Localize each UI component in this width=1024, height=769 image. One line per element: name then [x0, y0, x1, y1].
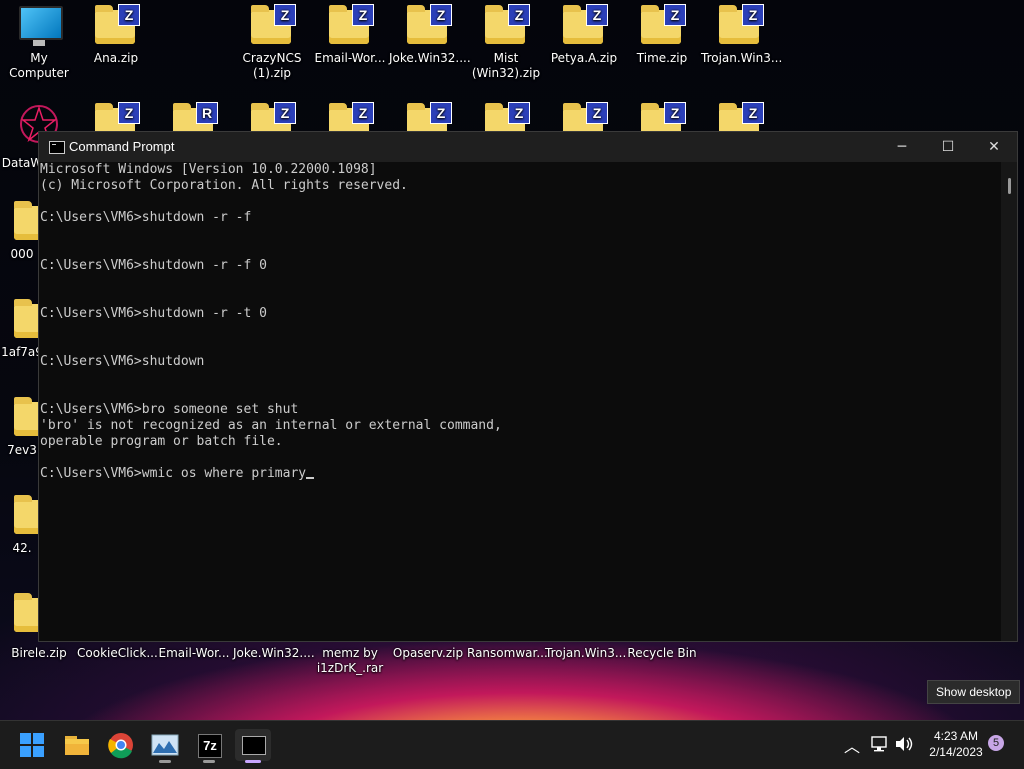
chrome-button[interactable] — [103, 729, 139, 761]
console-line: C:\Users\VM6>wmic os where primary — [40, 466, 1000, 482]
windows-logo-icon — [20, 733, 44, 757]
desktop-icon-label[interactable]: Opaserv.zip — [389, 646, 467, 661]
desktop-icon-label: Joke.Win32.... — [389, 51, 471, 65]
desktop-icon-label[interactable]: CookieClick... — [77, 646, 158, 661]
volume-icon[interactable] — [894, 735, 914, 753]
console-line: (c) Microsoft Corporation. All rights re… — [40, 178, 408, 193]
zip-folder-icon: Z — [326, 4, 374, 48]
console-line: C:\Users\VM6>shutdown -r -f — [40, 210, 252, 225]
desktop-icon-label[interactable]: Trojan.Win3... — [545, 646, 626, 661]
desktop-icon-label: Mist (Win32).zip — [471, 51, 541, 80]
folder-icon — [65, 736, 89, 755]
desktop-icon-label: My Computer — [9, 51, 69, 80]
start-button[interactable] — [14, 729, 50, 761]
desktop-icon-zip[interactable]: Z Ana.zip — [77, 4, 155, 66]
chevron-up-icon[interactable]: ︿ — [844, 733, 860, 757]
picture-icon — [151, 734, 179, 756]
desktop-icon-label[interactable]: memz by i1zDrK_.rar — [311, 646, 389, 676]
desktop-icon-label: Ana.zip — [93, 51, 139, 65]
window-titlebar[interactable]: Command Prompt ─ ☐ ✕ — [39, 132, 1017, 162]
console-line: 'bro' is not recognized as an internal o… — [40, 418, 502, 433]
desktop-icon-label: Petya.A.zip — [550, 51, 618, 65]
desktop-icon-label[interactable]: Email-Wor... — [155, 646, 233, 661]
command-prompt-taskbar-button[interactable] — [235, 729, 271, 763]
desktop-icon-zip[interactable]: Z Email-Wor... — [311, 4, 389, 66]
desktop-icon-zip[interactable]: Z Time.zip — [623, 4, 701, 66]
maximize-button[interactable]: ☐ — [925, 132, 971, 162]
taskbar: 7z ︿ 4:23 AM 2/14/2023 — [0, 720, 1024, 769]
running-indicator — [203, 760, 215, 763]
zip-folder-icon: Z — [482, 4, 530, 48]
window-title: Command Prompt — [69, 139, 175, 154]
desktop-icon-label: Email-Wor... — [314, 51, 386, 65]
desktop-icon-my-computer[interactable]: My Computer — [0, 4, 78, 81]
text-cursor — [306, 477, 315, 479]
console-line: C:\Users\VM6>shutdown -r -f 0 — [40, 258, 267, 273]
7z-icon: 7z — [198, 734, 222, 758]
desktop-icon-label[interactable]: Birele.zip — [0, 646, 78, 661]
minimize-button[interactable]: ─ — [879, 132, 925, 162]
desktop-icon-label[interactable]: Recycle Bin — [623, 646, 701, 661]
command-prompt-window[interactable]: Command Prompt ─ ☐ ✕ Microsoft Windows [… — [38, 131, 1018, 642]
desktop-icon-zip[interactable]: Z Joke.Win32.... — [389, 4, 471, 66]
desktop-icon-zip[interactable]: Z Petya.A.zip — [545, 4, 623, 66]
console-line: C:\Users\VM6>shutdown — [40, 354, 205, 369]
console-line: Microsoft Windows [Version 10.0.22000.10… — [40, 162, 377, 177]
file-explorer-button[interactable] — [59, 729, 95, 761]
cmd-icon — [49, 141, 65, 154]
desktop-icon-label[interactable]: Ransomwar... — [467, 646, 548, 661]
desktop-icon-label: CrazyNCS (1).zip — [242, 51, 302, 80]
7zip-button[interactable]: 7z — [191, 729, 227, 763]
console-line: C:\Users\VM6>bro someone set shut — [40, 402, 299, 417]
zip-folder-icon: Z — [716, 4, 764, 48]
cmd-icon — [242, 736, 266, 755]
clock-date: 2/14/2023 — [929, 745, 983, 759]
active-indicator — [245, 760, 261, 763]
console-line: operable program or batch file. — [40, 434, 283, 449]
desktop-icon-label: Trojan.Win3... — [701, 51, 783, 65]
console-output[interactable]: Microsoft Windows [Version 10.0.22000.10… — [39, 162, 1001, 641]
network-icon[interactable] — [870, 735, 890, 753]
vertical-scrollbar[interactable] — [1001, 162, 1017, 641]
console-line: C:\Users\VM6>shutdown -r -t 0 — [40, 306, 267, 321]
computer-icon — [15, 4, 63, 48]
zip-folder-icon: Z — [248, 4, 296, 48]
close-button[interactable]: ✕ — [971, 132, 1017, 162]
desktop-icon-label[interactable]: Joke.Win32.... — [233, 646, 315, 661]
zip-folder-icon: Z — [92, 4, 140, 48]
notification-badge[interactable]: 5 — [988, 735, 1004, 751]
running-indicator — [159, 760, 171, 763]
zip-folder-icon: Z — [404, 4, 452, 48]
scrollbar-thumb[interactable] — [1008, 178, 1011, 194]
desktop-icon-zip[interactable]: Z Trojan.Win3... — [701, 4, 783, 66]
image-app-button[interactable] — [147, 729, 183, 763]
chrome-icon — [108, 733, 133, 759]
zip-folder-icon: Z — [560, 4, 608, 48]
desktop-icon-zip[interactable]: Z CrazyNCS (1).zip — [233, 4, 311, 81]
show-desktop-tooltip: Show desktop — [927, 680, 1021, 704]
clock-time: 4:23 AM — [933, 729, 979, 743]
clock[interactable]: 4:23 AM 2/14/2023 — [924, 728, 988, 760]
zip-folder-icon: Z — [638, 4, 686, 48]
desktop-icon-zip[interactable]: Z Mist (Win32).zip — [467, 4, 545, 81]
desktop-icon-label: Time.zip — [636, 51, 688, 65]
